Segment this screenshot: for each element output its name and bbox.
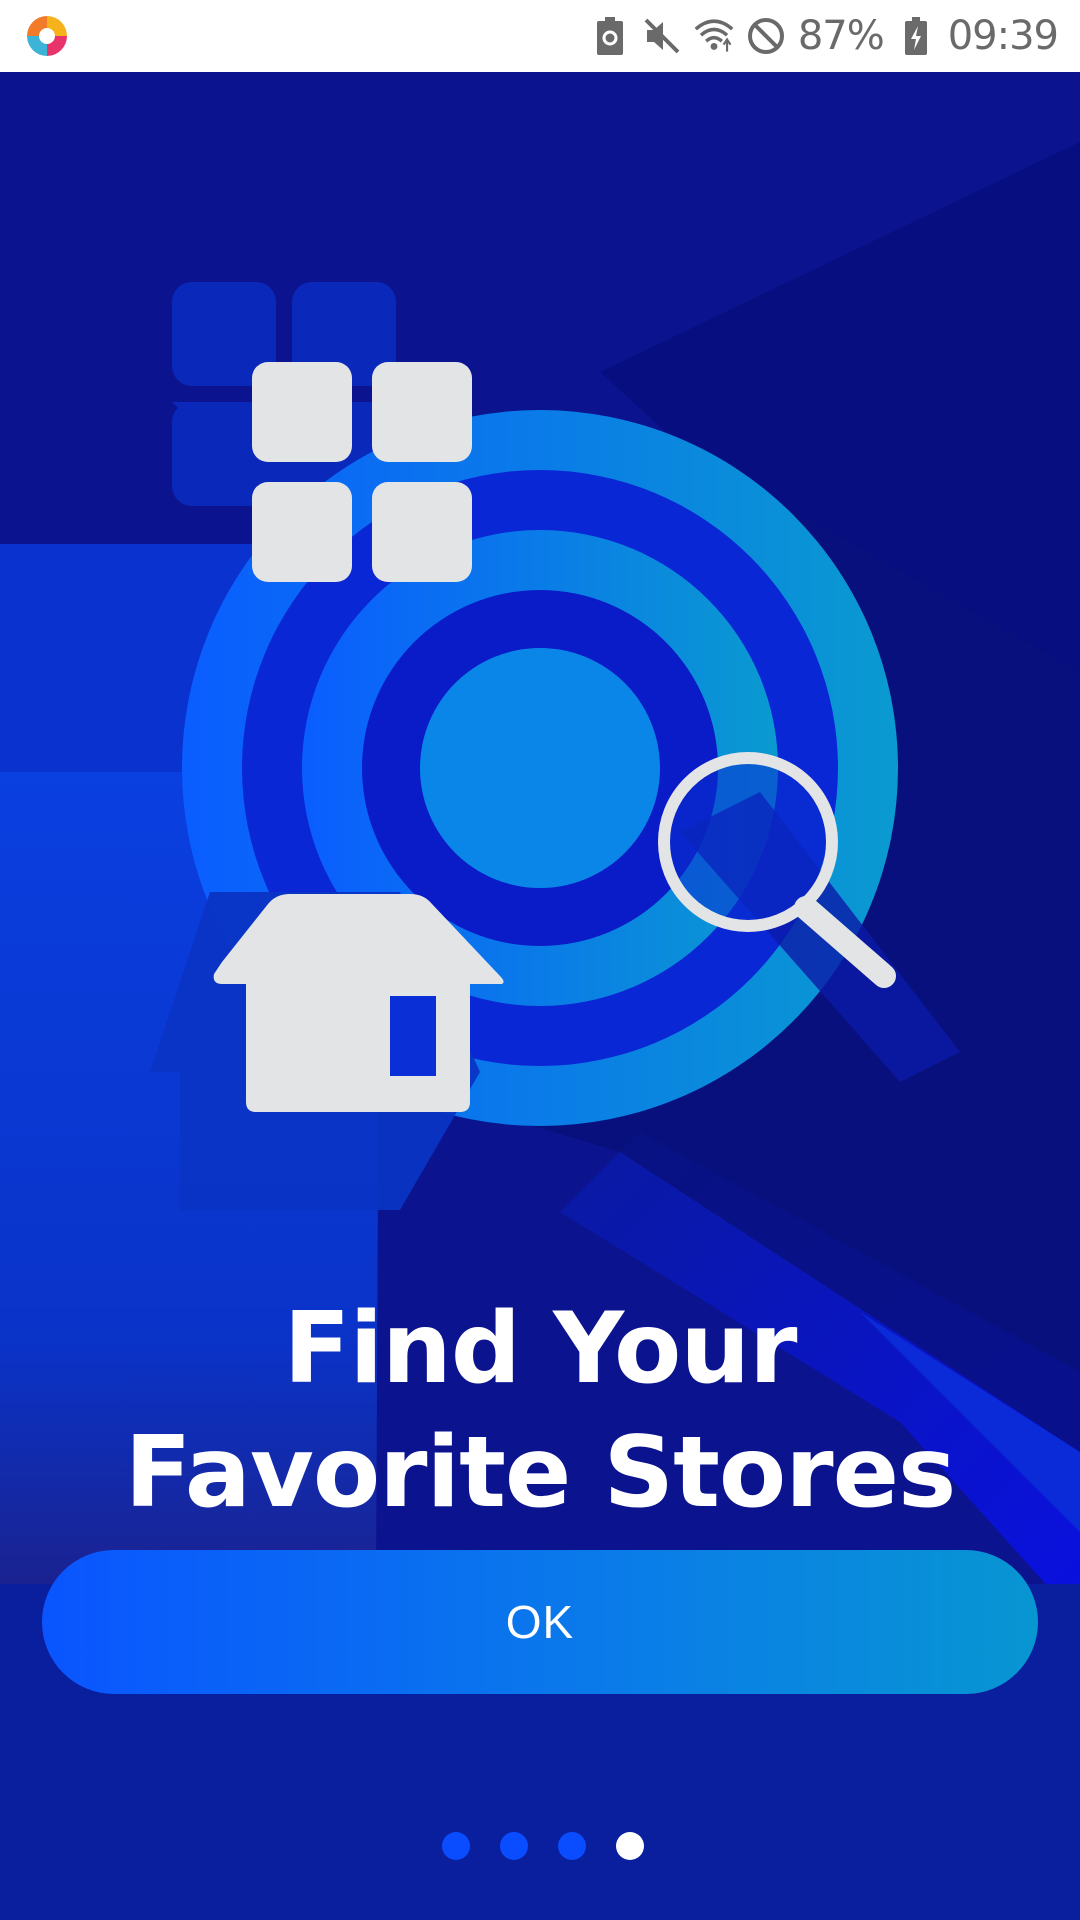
- page-dot-2[interactable]: [500, 1832, 528, 1860]
- wifi-icon: [694, 16, 734, 56]
- status-icons: 87% 09:39: [590, 13, 1059, 59]
- battery-charging-icon: [896, 16, 936, 56]
- page-dot-4-active[interactable]: [616, 1832, 644, 1860]
- mute-icon: [642, 16, 682, 56]
- app-logo-icon: [27, 16, 67, 56]
- do-not-disturb-icon: [746, 16, 786, 56]
- page-dot-1[interactable]: [442, 1832, 470, 1860]
- onboarding-screen: Find Your Favorite Stores OK: [0, 72, 1080, 1920]
- page-dot-3[interactable]: [558, 1832, 586, 1860]
- clock: 09:39: [947, 13, 1059, 59]
- ok-button[interactable]: OK: [42, 1550, 1038, 1694]
- stores-illustration: [150, 282, 960, 1210]
- battery-percent: 87%: [797, 13, 885, 59]
- status-bar: 87% 09:39: [0, 0, 1080, 72]
- onboarding-title: Find Your Favorite Stores: [124, 1292, 957, 1530]
- page-indicator: [0, 1832, 1080, 1862]
- battery-saver-icon: [590, 16, 630, 56]
